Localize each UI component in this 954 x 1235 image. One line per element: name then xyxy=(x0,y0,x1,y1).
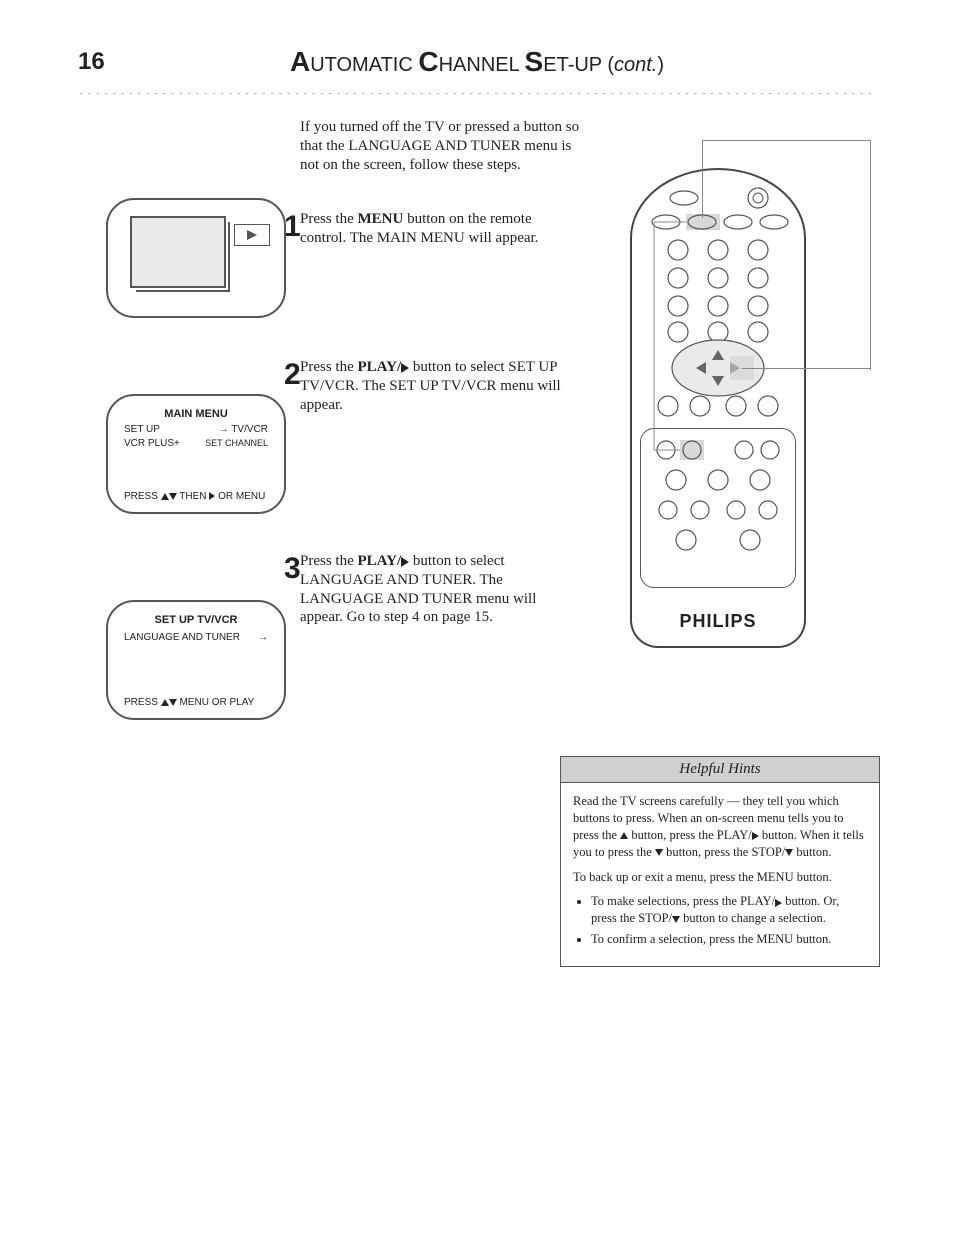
play-icon xyxy=(752,832,759,840)
remote-control-illustration: PHILIPS xyxy=(630,168,806,648)
page-title: AUTOMATIC CHANNEL SET-UP (cont.) xyxy=(0,46,954,78)
menu-row-1: SET UP → TV/VCR xyxy=(124,424,268,435)
step-number-1: 1 xyxy=(284,208,301,246)
hints-header: Helpful Hints xyxy=(561,757,879,783)
tv-screen-mock-a xyxy=(106,198,286,318)
step-number-3: 3 xyxy=(284,550,301,588)
menu-footer: PRESS MENU OR PLAY xyxy=(124,697,254,708)
stop-icon xyxy=(672,916,680,923)
step-1: 1 Press the MENU button on the remote co… xyxy=(300,210,580,248)
tv-screen-mock-c: SET UP TV/VCR LANGUAGE AND TUNER → PRESS… xyxy=(106,600,286,720)
step-3: 3 Press the PLAY/ button to select LANGU… xyxy=(300,552,580,627)
remote-brand-logo: PHILIPS xyxy=(630,611,806,632)
down-icon xyxy=(655,849,663,856)
menu-footer: PRESS THEN OR MENU xyxy=(124,491,265,502)
helpful-hints-box: Helpful Hints Read the TV screens carefu… xyxy=(560,756,880,967)
up-icon xyxy=(620,832,628,839)
divider-dots: ••••••••••••••••••••••••••••••••••••••••… xyxy=(78,86,874,94)
hints-body: Read the TV screens carefully — they tel… xyxy=(561,783,879,966)
menu-header: SET UP TV/VCR xyxy=(108,614,284,626)
leader-line xyxy=(742,368,870,369)
leader-line xyxy=(702,140,870,141)
leader-line xyxy=(870,140,871,370)
step-number-2: 2 xyxy=(284,356,301,394)
leader-line xyxy=(702,140,703,218)
menu-header: MAIN MENU xyxy=(108,408,284,420)
play-icon xyxy=(401,557,409,567)
stop-icon xyxy=(785,849,793,856)
menu-row-2: VCR PLUS+ SET CHANNEL xyxy=(124,438,268,449)
menu-row-1: LANGUAGE AND TUNER → xyxy=(124,632,268,643)
play-indicator-icon xyxy=(234,224,270,246)
tv-frame-icon xyxy=(130,216,226,288)
step-2: 2 Press the PLAY/ button to select SET U… xyxy=(300,358,580,414)
play-icon xyxy=(775,899,782,907)
intro-paragraph: If you turned off the TV or pressed a bu… xyxy=(300,118,580,174)
tv-screen-mock-b: MAIN MENU SET UP → TV/VCR VCR PLUS+ SET … xyxy=(106,394,286,514)
play-icon xyxy=(401,363,409,373)
